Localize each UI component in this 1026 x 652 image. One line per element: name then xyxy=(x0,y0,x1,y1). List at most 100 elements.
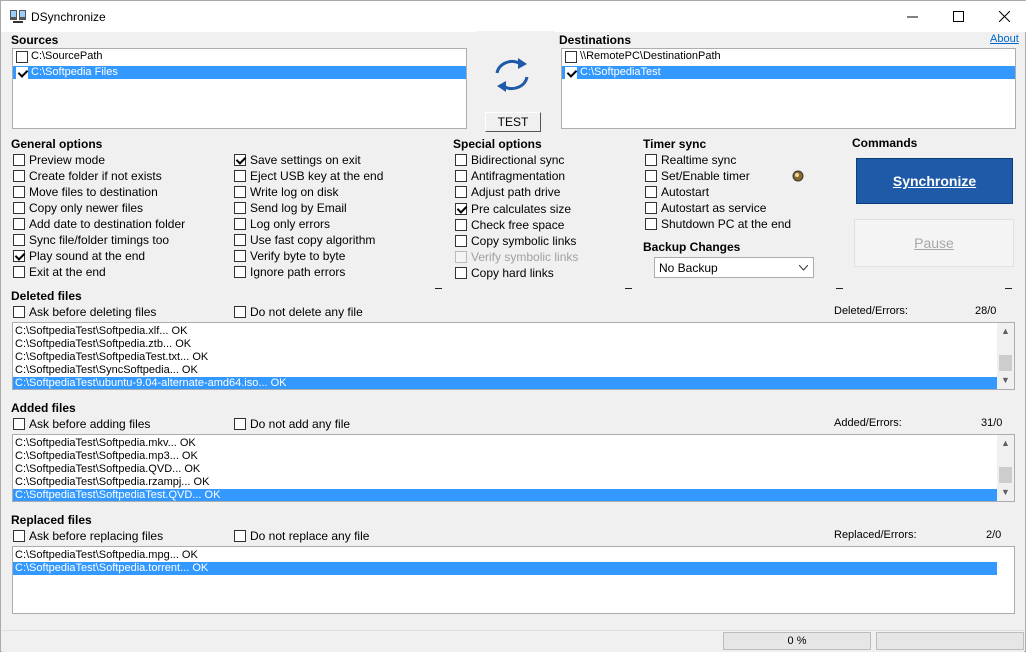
option-checkbox[interactable]: Sync file/folder timings too xyxy=(13,233,169,247)
option-checkbox[interactable]: Copy only newer files xyxy=(13,201,143,215)
scroll-up-icon[interactable]: ▲ xyxy=(997,323,1014,340)
log-row[interactable]: C:\SoftpediaTest\Softpedia.QVD... OK xyxy=(13,463,1014,476)
checkbox-box xyxy=(13,170,25,182)
option-checkbox[interactable]: Preview mode xyxy=(13,153,105,167)
synchronize-button[interactable]: Synchronize xyxy=(856,158,1013,204)
option-checkbox[interactable]: Antifragmentation xyxy=(455,169,565,183)
replaced-files-log[interactable]: C:\SoftpediaTest\Softpedia.mpg... OK C:\S… xyxy=(12,546,1015,614)
option-checkbox[interactable]: Pre calculates size xyxy=(455,202,571,216)
backup-select[interactable]: No Backup xyxy=(654,257,814,278)
checkbox-box xyxy=(234,218,246,230)
option-checkbox[interactable]: Adjust path drive xyxy=(455,185,560,199)
destinations-header: Destinations xyxy=(559,33,632,47)
option-checkbox[interactable]: Exit at the end xyxy=(13,265,106,279)
option-checkbox[interactable]: Autostart xyxy=(645,185,709,199)
special-options-header: Special options xyxy=(453,137,542,151)
option-checkbox[interactable]: Log only errors xyxy=(234,217,330,231)
maximize-button[interactable] xyxy=(935,1,981,32)
option-checkbox[interactable]: Ignore path errors xyxy=(234,265,345,279)
option-label: Send log by Email xyxy=(250,201,347,215)
log-row[interactable]: C:\SoftpediaTest\Softpedia.xlf... OK xyxy=(13,325,1014,338)
added-errors-count: 31/0 xyxy=(981,417,1003,429)
sync-icon[interactable] xyxy=(485,55,539,95)
list-item[interactable]: C:\SourcePath xyxy=(13,50,466,63)
vertical-scrollbar[interactable]: ▲ ▼ xyxy=(997,323,1014,389)
option-checkbox[interactable]: Eject USB key at the end xyxy=(234,169,383,183)
option-label: Play sound at the end xyxy=(29,249,146,263)
option-checkbox[interactable]: Save settings on exit xyxy=(234,153,361,167)
option-checkbox[interactable]: Copy hard links xyxy=(455,266,554,280)
ask-before-adding-checkbox[interactable]: Ask before adding files xyxy=(13,417,150,431)
log-row[interactable]: C:\SoftpediaTest\ubuntu-9.04-alternate-a… xyxy=(13,377,997,389)
deleted-files-header: Deleted files xyxy=(11,289,82,303)
vertical-scrollbar[interactable]: ▲ ▼ xyxy=(997,435,1014,501)
option-checkbox[interactable]: Verify byte to byte xyxy=(234,249,345,263)
about-link[interactable]: About xyxy=(990,33,1019,45)
deleted-files-log[interactable]: C:\SoftpediaTest\Softpedia.xlf... OK C:\S… xyxy=(12,322,1015,390)
log-row[interactable]: C:\SoftpediaTest\SoftpediaTest.QVD... OK xyxy=(13,489,997,501)
checkbox-label: Ask before deleting files xyxy=(29,305,157,319)
checkbox-box xyxy=(645,154,657,166)
sources-list[interactable]: C:\SourcePath C:\Softpedia Files xyxy=(12,48,467,129)
checkbox-box xyxy=(234,530,246,542)
scroll-down-icon[interactable]: ▼ xyxy=(997,484,1014,501)
log-row[interactable]: C:\SoftpediaTest\Softpedia.torrent... OK xyxy=(13,562,997,575)
splitter-tick xyxy=(625,288,632,289)
option-label: Adjust path drive xyxy=(471,185,561,200)
checkbox-box xyxy=(234,306,246,318)
pause-button[interactable]: Pause xyxy=(854,219,1014,267)
test-button[interactable]: TEST xyxy=(485,112,541,132)
list-item[interactable]: C:\SoftpediaTest xyxy=(562,66,1015,79)
replaced-errors-label: Replaced/Errors: xyxy=(834,529,917,541)
scroll-thumb[interactable] xyxy=(999,467,1012,483)
option-checkbox[interactable]: Create folder if not exists xyxy=(13,169,162,183)
option-checkbox[interactable]: Move files to destination xyxy=(13,185,158,199)
log-row[interactable]: C:\SoftpediaTest\Softpedia.rzampj... OK xyxy=(13,476,1014,489)
option-checkbox[interactable]: Add date to destination folder xyxy=(13,217,185,231)
checkbox-box xyxy=(234,202,246,214)
scroll-thumb[interactable] xyxy=(999,355,1012,371)
option-checkbox[interactable]: Shutdown PC at the end xyxy=(645,217,791,231)
option-checkbox[interactable]: Check free space xyxy=(455,218,564,232)
option-checkbox[interactable]: Bidirectional sync xyxy=(455,153,564,167)
do-not-add-checkbox[interactable]: Do not add any file xyxy=(234,417,350,431)
option-checkbox[interactable]: Play sound at the end xyxy=(13,249,145,263)
option-checkbox[interactable]: Copy symbolic links xyxy=(455,234,576,248)
scroll-up-icon[interactable]: ▲ xyxy=(997,435,1014,452)
replaced-files-header: Replaced files xyxy=(11,513,92,527)
ask-before-replacing-checkbox[interactable]: Ask before replacing files xyxy=(13,529,163,543)
splitter-tick xyxy=(836,288,843,289)
log-row[interactable]: C:\SoftpediaTest\SyncSoftpedia... OK xyxy=(13,364,1014,377)
added-files-log[interactable]: C:\SoftpediaTest\Softpedia.mkv... OK C:\S… xyxy=(12,434,1015,502)
list-item[interactable]: \\RemotePC\DestinationPath xyxy=(562,50,1015,63)
option-label: Save settings on exit xyxy=(250,153,361,167)
minimize-button[interactable] xyxy=(889,1,935,32)
destinations-list[interactable]: \\RemotePC\DestinationPath C:\SoftpediaTe… xyxy=(561,48,1016,129)
log-row[interactable]: C:\SoftpediaTest\Softpedia.mp3... OK xyxy=(13,450,1014,463)
splitter-tick xyxy=(435,288,442,289)
checkbox-box xyxy=(565,50,577,63)
option-checkbox[interactable]: Autostart as service xyxy=(645,201,766,215)
ask-before-deleting-checkbox[interactable]: Ask before deleting files xyxy=(13,305,156,319)
option-label: Sync file/folder timings too xyxy=(29,233,170,247)
log-row[interactable]: C:\SoftpediaTest\Softpedia.mkv... OK xyxy=(13,437,1014,450)
option-label: Copy hard links xyxy=(471,266,554,281)
option-checkbox[interactable]: Set/Enable timer xyxy=(645,169,750,183)
checkbox-box xyxy=(234,186,246,198)
option-label: Write log on disk xyxy=(250,185,339,199)
do-not-replace-checkbox[interactable]: Do not replace any file xyxy=(234,529,369,543)
log-row[interactable]: C:\SoftpediaTest\Softpedia.mpg... OK xyxy=(13,549,1014,562)
option-label: Log only errors xyxy=(250,217,331,231)
log-row[interactable]: C:\SoftpediaTest\Softpedia.ztb... OK xyxy=(13,338,1014,351)
option-checkbox[interactable]: Send log by Email xyxy=(234,201,347,215)
option-checkbox[interactable]: Write log on disk xyxy=(234,185,338,199)
option-label: Shutdown PC at the end xyxy=(661,217,792,231)
log-row[interactable]: C:\SoftpediaTest\SoftpediaTest.txt... OK xyxy=(13,351,1014,364)
list-item[interactable]: C:\Softpedia Files xyxy=(13,66,466,79)
option-checkbox[interactable]: Realtime sync xyxy=(645,153,736,167)
timer-sync-header: Timer sync xyxy=(643,137,707,151)
do-not-delete-checkbox[interactable]: Do not delete any file xyxy=(234,305,363,319)
option-checkbox[interactable]: Use fast copy algorithm xyxy=(234,233,375,247)
scroll-down-icon[interactable]: ▼ xyxy=(997,372,1014,389)
close-button[interactable] xyxy=(981,1,1026,32)
